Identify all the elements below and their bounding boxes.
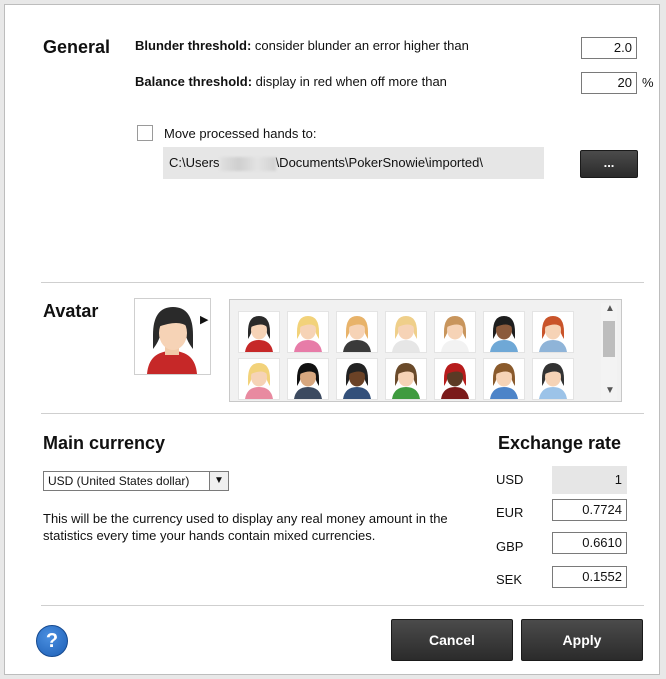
rate-code-usd: USD — [496, 472, 524, 487]
avatar-thumbnail[interactable] — [385, 311, 427, 353]
blunder-threshold-label-bold: Blunder threshold: — [135, 38, 252, 53]
avatar-male-blue-shirt-icon — [490, 363, 518, 399]
exchange-rate-title: Exchange rate — [498, 433, 622, 453]
currency-select[interactable]: USD (United States dollar) ▼ — [43, 471, 229, 491]
rate-gbp-input[interactable]: 0.6610 — [552, 532, 627, 554]
avatar-female-black-hair-icon — [294, 363, 322, 399]
help-icon[interactable]: ? — [36, 625, 68, 657]
avatar-thumbnail[interactable] — [434, 311, 476, 353]
avatar-section-title: Avatar — [43, 301, 99, 321]
rate-code-eur: EUR — [496, 505, 524, 520]
move-processed-checkbox[interactable] — [137, 125, 153, 141]
balance-threshold-label-text: display in red when off more than — [252, 74, 447, 89]
rate-code-gbp: GBP — [496, 539, 524, 554]
avatar-thumbnail[interactable] — [483, 311, 525, 353]
move-processed-label: Move processed hands to: — [164, 126, 317, 141]
rate-code-sek: SEK — [496, 572, 523, 587]
cancel-button[interactable]: Cancel — [391, 619, 513, 661]
blunder-threshold-label-text: consider blunder an error higher than — [251, 38, 469, 53]
rate-eur-input[interactable]: 0.7724 — [552, 499, 627, 521]
avatar-thumbnail[interactable] — [238, 358, 280, 400]
general-section-title: General — [43, 37, 111, 57]
move-path-field: C:\Users \Documents\PokerSnowie\imported\ — [163, 147, 544, 179]
avatar-thumbnail[interactable] — [336, 311, 378, 353]
avatar-thumbnail[interactable] — [287, 358, 329, 400]
avatar-thumbnail[interactable] — [385, 358, 427, 400]
blunder-threshold-label: Blunder threshold: consider blunder an e… — [135, 38, 469, 53]
browse-button[interactable]: ... — [580, 150, 638, 178]
avatar-female-dark-hair-icon — [245, 316, 273, 352]
avatar-thumbnail[interactable] — [483, 358, 525, 400]
avatar-female-dark-skin-icon — [490, 316, 518, 352]
avatar-thumbnail[interactable] — [434, 358, 476, 400]
avatar-thumbnail[interactable] — [287, 311, 329, 353]
chevron-down-icon[interactable]: ▼ — [209, 472, 228, 490]
divider-footer — [41, 605, 644, 606]
avatar-thumbnail[interactable] — [336, 358, 378, 400]
scroll-thumb[interactable] — [603, 321, 615, 357]
currency-description: This will be the currency used to displa… — [43, 511, 448, 543]
selected-avatar[interactable]: ▶ — [134, 298, 211, 375]
balance-threshold-label-bold: Balance threshold: — [135, 74, 253, 89]
scroll-up-icon[interactable]: ▲ — [605, 303, 615, 314]
currency-select-value: USD (United States dollar) — [48, 474, 190, 488]
rate-usd-field: 1 — [552, 466, 627, 494]
avatar-gallery-scrollbar[interactable]: ▲ ▼ — [601, 303, 617, 400]
path-prefix: C:\Users — [169, 155, 220, 170]
avatar-thumbnail[interactable] — [532, 358, 574, 400]
avatar-thumbnail[interactable] — [238, 311, 280, 353]
settings-dialog: General Blunder threshold: consider blun… — [4, 4, 660, 675]
avatar-male-dark-skin-icon — [343, 363, 371, 399]
main-currency-title: Main currency — [43, 433, 166, 453]
avatar-male-light-blue-shirt-icon — [539, 363, 567, 399]
balance-threshold-label: Balance threshold: display in red when o… — [135, 74, 447, 89]
redacted-username — [219, 156, 276, 171]
balance-threshold-input[interactable]: 20 — [581, 72, 637, 94]
avatar-menu-arrow-icon[interactable]: ▶ — [200, 313, 208, 326]
rate-sek-input[interactable]: 0.1552 — [552, 566, 627, 588]
avatar-male-green-shirt-icon — [392, 363, 420, 399]
scroll-down-icon[interactable]: ▼ — [605, 385, 615, 396]
avatar-thumbnail[interactable] — [532, 311, 574, 353]
blunder-threshold-input[interactable]: 2.0 — [581, 37, 637, 59]
avatar-female-blonde-red-top-icon — [245, 363, 273, 399]
avatar-female-blonde-icon — [343, 316, 371, 352]
path-suffix: \Documents\PokerSnowie\imported\ — [275, 155, 483, 170]
apply-button[interactable]: Apply — [521, 619, 643, 661]
female-avatar-dark-hair-icon — [147, 307, 197, 374]
balance-unit-label: % — [642, 75, 654, 90]
avatar-female-light-brown-icon — [441, 316, 469, 352]
divider-avatar-currency — [41, 413, 644, 414]
divider-general-avatar — [41, 282, 644, 283]
avatar-male-red-cap-icon — [441, 363, 469, 399]
avatar-male-redhead-icon — [539, 316, 567, 352]
avatar-female-blonde-pigtails-icon — [392, 316, 420, 352]
avatar-female-pink-sunglasses-icon — [294, 316, 322, 352]
